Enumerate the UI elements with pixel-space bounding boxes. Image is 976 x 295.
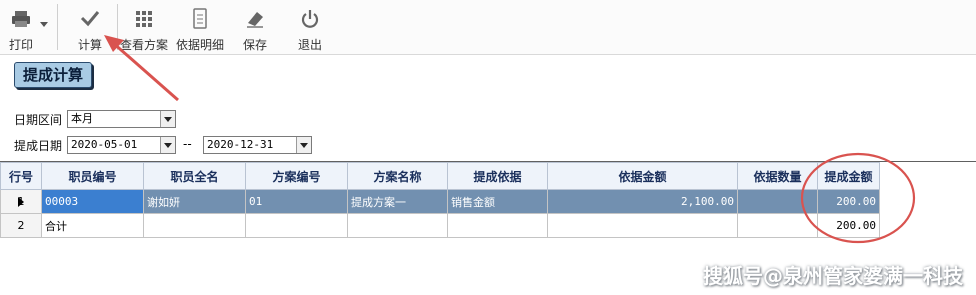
basis-cell[interactable]: 销售金额 xyxy=(447,189,548,214)
watermark: 搜狐号@泉州管家婆满一科技 xyxy=(703,264,963,288)
basis-amount-cell[interactable]: 2,100.00 xyxy=(547,189,738,214)
emp-no-cell[interactable]: 00003 xyxy=(41,189,144,214)
column-header[interactable]: 依据金额 xyxy=(547,162,738,190)
toolbar: 打印 计算 查看方案 依据明细 保存 退出 xyxy=(0,0,976,55)
print-button[interactable]: 打印 xyxy=(4,6,38,52)
printer-icon xyxy=(12,11,30,27)
emp-name-cell[interactable] xyxy=(143,213,246,238)
table-header-row: 行号 职员编号 职员全名 方案编号 方案名称 提成依据 依据金额 依据数量 提成… xyxy=(0,162,880,190)
eraser-icon xyxy=(247,12,263,28)
emp-no-cell[interactable]: 合计 xyxy=(41,213,144,238)
emp-name-cell[interactable]: 谢如妍 xyxy=(143,189,246,214)
table-row[interactable]: 2 合计 200.00 xyxy=(0,213,880,238)
date-range-label: 日期区间 xyxy=(14,113,63,127)
row-number-cell[interactable]: 1 xyxy=(0,189,42,214)
plan-name-cell[interactable]: 提成方案一 xyxy=(347,189,448,214)
view-plan-button[interactable]: 查看方案 xyxy=(118,6,170,52)
date-to-picker[interactable]: 2020-12-31 xyxy=(203,136,312,154)
column-header[interactable]: 提成依据 xyxy=(447,162,548,190)
date-range-select[interactable]: 本月 xyxy=(67,110,176,128)
plan-name-cell[interactable] xyxy=(347,213,448,238)
row-pointer-icon xyxy=(18,197,24,207)
basis-detail-button[interactable]: 依据明细 xyxy=(174,6,226,52)
plan-no-cell[interactable]: 01 xyxy=(245,189,348,214)
basis-qty-cell[interactable] xyxy=(737,189,818,214)
basis-qty-cell[interactable] xyxy=(737,213,818,238)
chevron-down-icon[interactable] xyxy=(160,137,175,153)
basis-amount-cell[interactable] xyxy=(547,213,738,238)
row-number-cell[interactable]: 2 xyxy=(0,213,42,238)
calculate-label: 计算 xyxy=(77,38,102,52)
date-range-value: 本月 xyxy=(71,112,93,125)
column-header[interactable]: 职员编号 xyxy=(41,162,144,190)
calculate-button[interactable]: 计算 xyxy=(70,6,110,52)
document-icon xyxy=(193,8,207,29)
exit-label: 退出 xyxy=(297,38,322,52)
commission-date-label: 提成日期 xyxy=(14,139,63,153)
basis-detail-label: 依据明细 xyxy=(175,38,224,52)
chevron-down-icon[interactable] xyxy=(160,111,175,127)
date-to-value: 2020-12-31 xyxy=(207,138,274,151)
date-separator: -- xyxy=(183,137,192,151)
chevron-down-icon[interactable] xyxy=(40,22,48,27)
commission-table: 行号 职员编号 职员全名 方案编号 方案名称 提成依据 依据金额 依据数量 提成… xyxy=(0,162,880,238)
date-from-picker[interactable]: 2020-05-01 xyxy=(67,136,176,154)
checkmark-icon xyxy=(80,11,100,27)
column-header[interactable]: 提成金额 xyxy=(817,162,880,190)
column-header[interactable]: 方案编号 xyxy=(245,162,348,190)
page-title: 提成计算 xyxy=(14,62,93,88)
chevron-down-icon[interactable] xyxy=(296,137,311,153)
column-header[interactable]: 职员全名 xyxy=(143,162,246,190)
print-label: 打印 xyxy=(8,38,33,52)
exit-button[interactable]: 退出 xyxy=(293,6,327,52)
column-header[interactable]: 依据数量 xyxy=(737,162,818,190)
toolbar-divider xyxy=(57,4,58,50)
view-plan-label: 查看方案 xyxy=(119,38,168,52)
save-label: 保存 xyxy=(242,38,267,52)
column-header[interactable]: 行号 xyxy=(0,162,42,190)
grid-icon xyxy=(136,11,152,27)
column-header[interactable]: 方案名称 xyxy=(347,162,448,190)
table-row[interactable]: 1 00003 谢如妍 01 提成方案一 销售金额 2,100.00 200.0… xyxy=(0,189,880,214)
date-from-value: 2020-05-01 xyxy=(71,138,138,151)
basis-cell[interactable] xyxy=(447,213,548,238)
commission-cell[interactable]: 200.00 xyxy=(817,213,880,238)
plan-no-cell[interactable] xyxy=(245,213,348,238)
save-button[interactable]: 保存 xyxy=(238,6,272,52)
power-icon xyxy=(301,10,319,28)
commission-cell[interactable]: 200.00 xyxy=(817,189,880,214)
